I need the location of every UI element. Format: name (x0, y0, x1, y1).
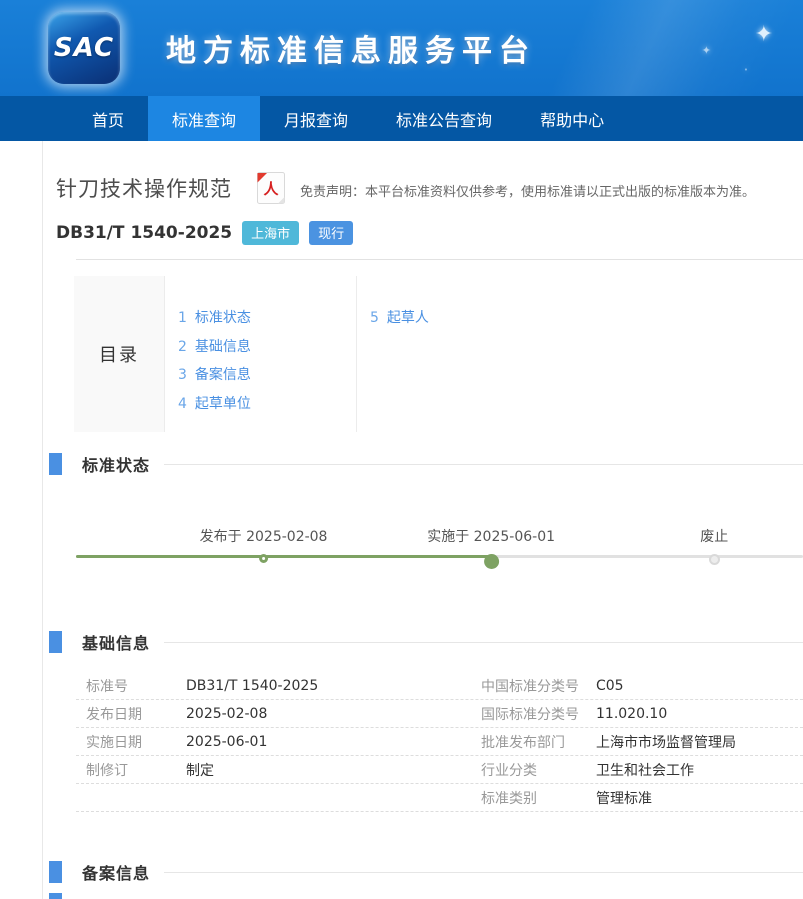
standard-title: 针刀技术操作规范 (56, 173, 232, 203)
toc-column-1: 1标准状态 2基础信息 3备案信息 4起草单位 (164, 276, 356, 432)
section-heading-basic-info: 基础信息 (49, 630, 803, 654)
info-label: 批准发布部门 (481, 732, 596, 752)
svg-text:人: 人 (263, 180, 279, 198)
disclaimer-text: 免责声明：本平台标准资料仅供参考，使用标准请以正式出版的标准版本为准。 (300, 177, 755, 200)
info-row: 发布日期2025-02-08 国际标准分类号11.020.10 (76, 700, 803, 728)
toc-link-drafters[interactable]: 5起草人 (370, 304, 548, 333)
toc-column-2: 5起草人 (356, 276, 548, 432)
info-value: C05 (596, 678, 624, 694)
nav-item-home[interactable]: 首页 (68, 96, 148, 141)
toc-link-standard-status[interactable]: 1标准状态 (178, 304, 356, 333)
section-line (164, 642, 803, 643)
nav-item-monthly-report[interactable]: 月报查询 (260, 96, 372, 141)
pdf-icon[interactable]: 人 (256, 171, 286, 205)
timeline-label: 废止 (700, 526, 728, 546)
info-label: 国际标准分类号 (481, 704, 596, 724)
timeline-stop-published: 发布于 2025-02-08 (200, 526, 328, 563)
timeline-stop-implemented: 实施于 2025-06-01 (427, 526, 555, 569)
sparkle-icon: ✦ (755, 22, 773, 47)
section-bar (49, 861, 62, 883)
info-row: 制修订制定 行业分类卫生和社会工作 (76, 756, 803, 784)
timeline-dot-abolished (709, 554, 720, 565)
info-label: 中国标准分类号 (481, 676, 596, 696)
info-label: 发布日期 (76, 704, 186, 724)
section-heading-status: 标准状态 (49, 452, 803, 476)
toc-link-drafting-org[interactable]: 4起草单位 (178, 390, 356, 419)
timeline-label: 发布于 2025-02-08 (200, 526, 328, 546)
section-title-basic-info: 基础信息 (82, 630, 150, 654)
standard-title-row: 针刀技术操作规范 人 免责声明：本平台标准资料仅供参考，使用标准请以正式出版的标… (43, 141, 803, 205)
info-value: 2025-02-08 (186, 706, 267, 722)
timeline-dot-published (259, 554, 268, 563)
info-value: 管理标准 (596, 788, 652, 808)
info-value: 11.020.10 (596, 706, 667, 722)
toc-box: 目录 (74, 276, 164, 432)
section-bar (49, 631, 62, 653)
timeline-dot-implemented (484, 554, 499, 569)
section-bar-next-partial (49, 893, 62, 899)
info-value: 上海市市场监督管理局 (596, 732, 736, 752)
toc-link-basic-info[interactable]: 2基础信息 (178, 333, 356, 362)
section-heading-filing-info: 备案信息 (49, 860, 803, 884)
sparkle-icon: ✦ (702, 44, 711, 57)
site-header: ✦ ✦ • SAC 地方标准信息服务平台 (0, 0, 803, 96)
nav-item-help-center[interactable]: 帮助中心 (516, 96, 628, 141)
main-nav: 首页 标准查询 月报查询 标准公告查询 帮助中心 (0, 96, 803, 141)
section-title-status: 标准状态 (82, 452, 150, 476)
info-label: 行业分类 (481, 760, 596, 780)
nav-item-standard-search[interactable]: 标准查询 (148, 96, 260, 141)
info-label: 标准号 (76, 676, 186, 696)
content-card: 针刀技术操作规范 人 免责声明：本平台标准资料仅供参考，使用标准请以正式出版的标… (42, 141, 803, 899)
section-line (164, 872, 803, 873)
info-label: 实施日期 (76, 732, 186, 752)
info-value: DB31/T 1540-2025 (186, 678, 318, 694)
section-title-filing-info: 备案信息 (82, 860, 150, 884)
sac-logo-text: SAC (54, 33, 114, 63)
basic-info-grid: 标准号DB31/T 1540-2025 中国标准分类号C05 发布日期2025-… (76, 672, 803, 812)
timeline-stop-abolished: 废止 (700, 526, 728, 565)
section-bar (49, 453, 62, 475)
info-row: 实施日期2025-06-01 批准发布部门上海市市场监督管理局 (76, 728, 803, 756)
table-of-contents: 目录 1标准状态 2基础信息 3备案信息 4起草单位 5起草人 (74, 276, 803, 432)
status-badge: 现行 (309, 221, 353, 245)
standard-code: DB31/T 1540-2025 (56, 223, 232, 243)
info-value: 制定 (186, 760, 214, 780)
toc-heading: 目录 (99, 341, 139, 367)
info-row: 标准类别管理标准 (76, 784, 803, 812)
info-label: 标准类别 (481, 788, 596, 808)
toc-link-filing-info[interactable]: 3备案信息 (178, 361, 356, 390)
timeline-label: 实施于 2025-06-01 (427, 526, 555, 546)
info-row: 标准号DB31/T 1540-2025 中国标准分类号C05 (76, 672, 803, 700)
info-value: 2025-06-01 (186, 734, 267, 750)
divider (76, 259, 803, 260)
site-title: 地方标准信息服务平台 (166, 26, 536, 70)
region-badge: 上海市 (242, 221, 299, 245)
sparkle-icon: • (744, 66, 748, 74)
info-label: 制修订 (76, 760, 186, 780)
section-line (164, 464, 803, 465)
status-timeline: 发布于 2025-02-08 实施于 2025-06-01 废止 (76, 526, 803, 572)
nav-item-announcement-search[interactable]: 标准公告查询 (372, 96, 516, 141)
info-value: 卫生和社会工作 (596, 760, 694, 780)
sac-logo[interactable]: SAC (48, 12, 120, 84)
standard-code-row: DB31/T 1540-2025 上海市 现行 (43, 221, 803, 245)
